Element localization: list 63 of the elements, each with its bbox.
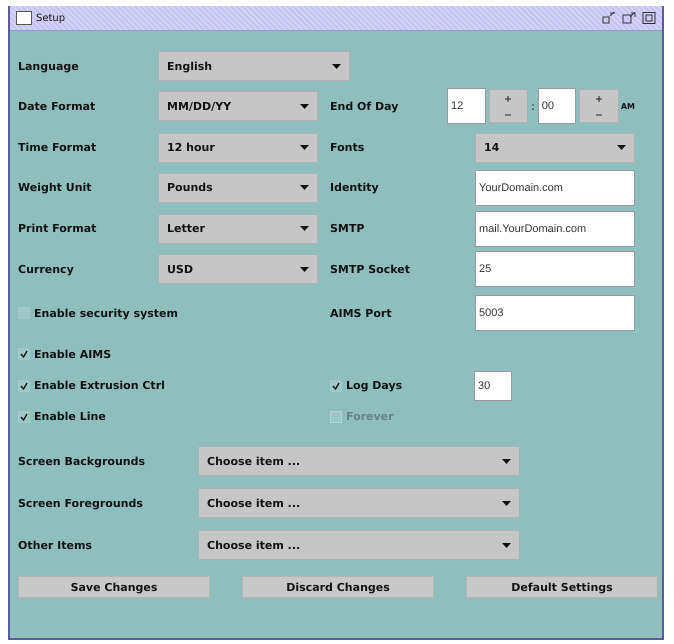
meridiem-label: AM	[620, 102, 635, 110]
list-label: Screen Foregrounds	[18, 496, 144, 510]
setting-dropdown[interactable]: English	[158, 51, 350, 81]
setting-label: Fonts	[330, 141, 366, 154]
dropdown-arrow-icon	[300, 185, 309, 190]
item-dropdown[interactable]: Choose item ...	[198, 530, 520, 560]
setting-label: SMTP	[330, 222, 366, 235]
dropdown-arrow-icon	[502, 458, 511, 464]
checkbox[interactable]	[18, 307, 30, 319]
setting-dropdown[interactable]: 14	[475, 132, 635, 162]
checkbox-label: Enable Line	[34, 410, 106, 423]
setting-dropdown[interactable]: 12 hour	[158, 132, 318, 162]
dropdown-arrow-icon	[617, 145, 626, 150]
dropdown-arrow-icon	[300, 145, 309, 150]
setting-label: Language	[18, 60, 80, 72]
action-button[interactable]: Save Changes	[18, 576, 210, 598]
dropdown-arrow-icon	[502, 542, 511, 548]
window-icon	[16, 11, 32, 25]
dropdown-arrow-icon	[300, 104, 309, 108]
end-of-day-label: End Of Day	[330, 100, 400, 112]
setting-dropdown[interactable]: USD	[158, 254, 318, 284]
window-title: Setup	[36, 12, 66, 24]
action-button[interactable]: Default Settings	[466, 576, 658, 598]
setting-label: Weight Unit	[18, 181, 93, 194]
text-field[interactable]: 25	[475, 251, 635, 287]
setting-label: Time Format	[18, 141, 98, 154]
item-dropdown[interactable]: Choose item ...	[198, 446, 520, 476]
maximize-icon[interactable]	[622, 12, 636, 24]
setting-dropdown[interactable]: Pounds	[158, 172, 318, 202]
minimize-icon[interactable]	[602, 12, 616, 24]
text-field[interactable]: mail.YourDomain.com	[475, 210, 635, 246]
setting-dropdown[interactable]: Letter	[158, 214, 318, 244]
checkbox-label: Enable AIMS	[34, 348, 112, 360]
checkbox-label: Log Days	[346, 379, 402, 392]
setting-label: Date Format	[18, 100, 96, 112]
action-button[interactable]: Discard Changes	[242, 576, 434, 598]
log-days-field[interactable]: 30	[474, 370, 512, 400]
hour-field[interactable]: 12	[447, 88, 486, 124]
setting-label: SMTP Socket	[330, 262, 412, 276]
item-dropdown[interactable]: Choose item ...	[198, 488, 520, 518]
dropdown-arrow-icon	[300, 266, 309, 272]
minute-field[interactable]: 00	[538, 88, 576, 124]
checkbox[interactable]	[330, 380, 342, 392]
checkbox[interactable]	[18, 348, 30, 360]
text-field[interactable]: YourDomain.com	[475, 170, 635, 206]
setting-label: Print Format	[18, 222, 98, 235]
text-field[interactable]: 5003	[475, 295, 635, 331]
list-label: Other Items	[18, 538, 93, 552]
checkbox-label: Enable security system	[34, 306, 178, 320]
setting-label: Identity	[330, 181, 380, 194]
setting-dropdown[interactable]: MM/DD/YY	[158, 91, 318, 121]
checkbox-label: Enable Extrusion Ctrl	[34, 379, 165, 392]
checkbox[interactable]	[18, 380, 30, 392]
dropdown-arrow-icon	[332, 64, 341, 68]
checkbox-label: Forever	[346, 410, 394, 423]
setting-label: Currency	[18, 262, 75, 276]
close-icon[interactable]	[642, 12, 656, 24]
dropdown-arrow-icon	[502, 500, 511, 506]
dropdown-arrow-icon	[300, 226, 309, 231]
checkbox[interactable]	[18, 410, 30, 422]
setting-label: AIMS Port	[330, 306, 393, 320]
time-separator: :	[531, 100, 535, 112]
list-label: Screen Backgrounds	[18, 454, 146, 468]
